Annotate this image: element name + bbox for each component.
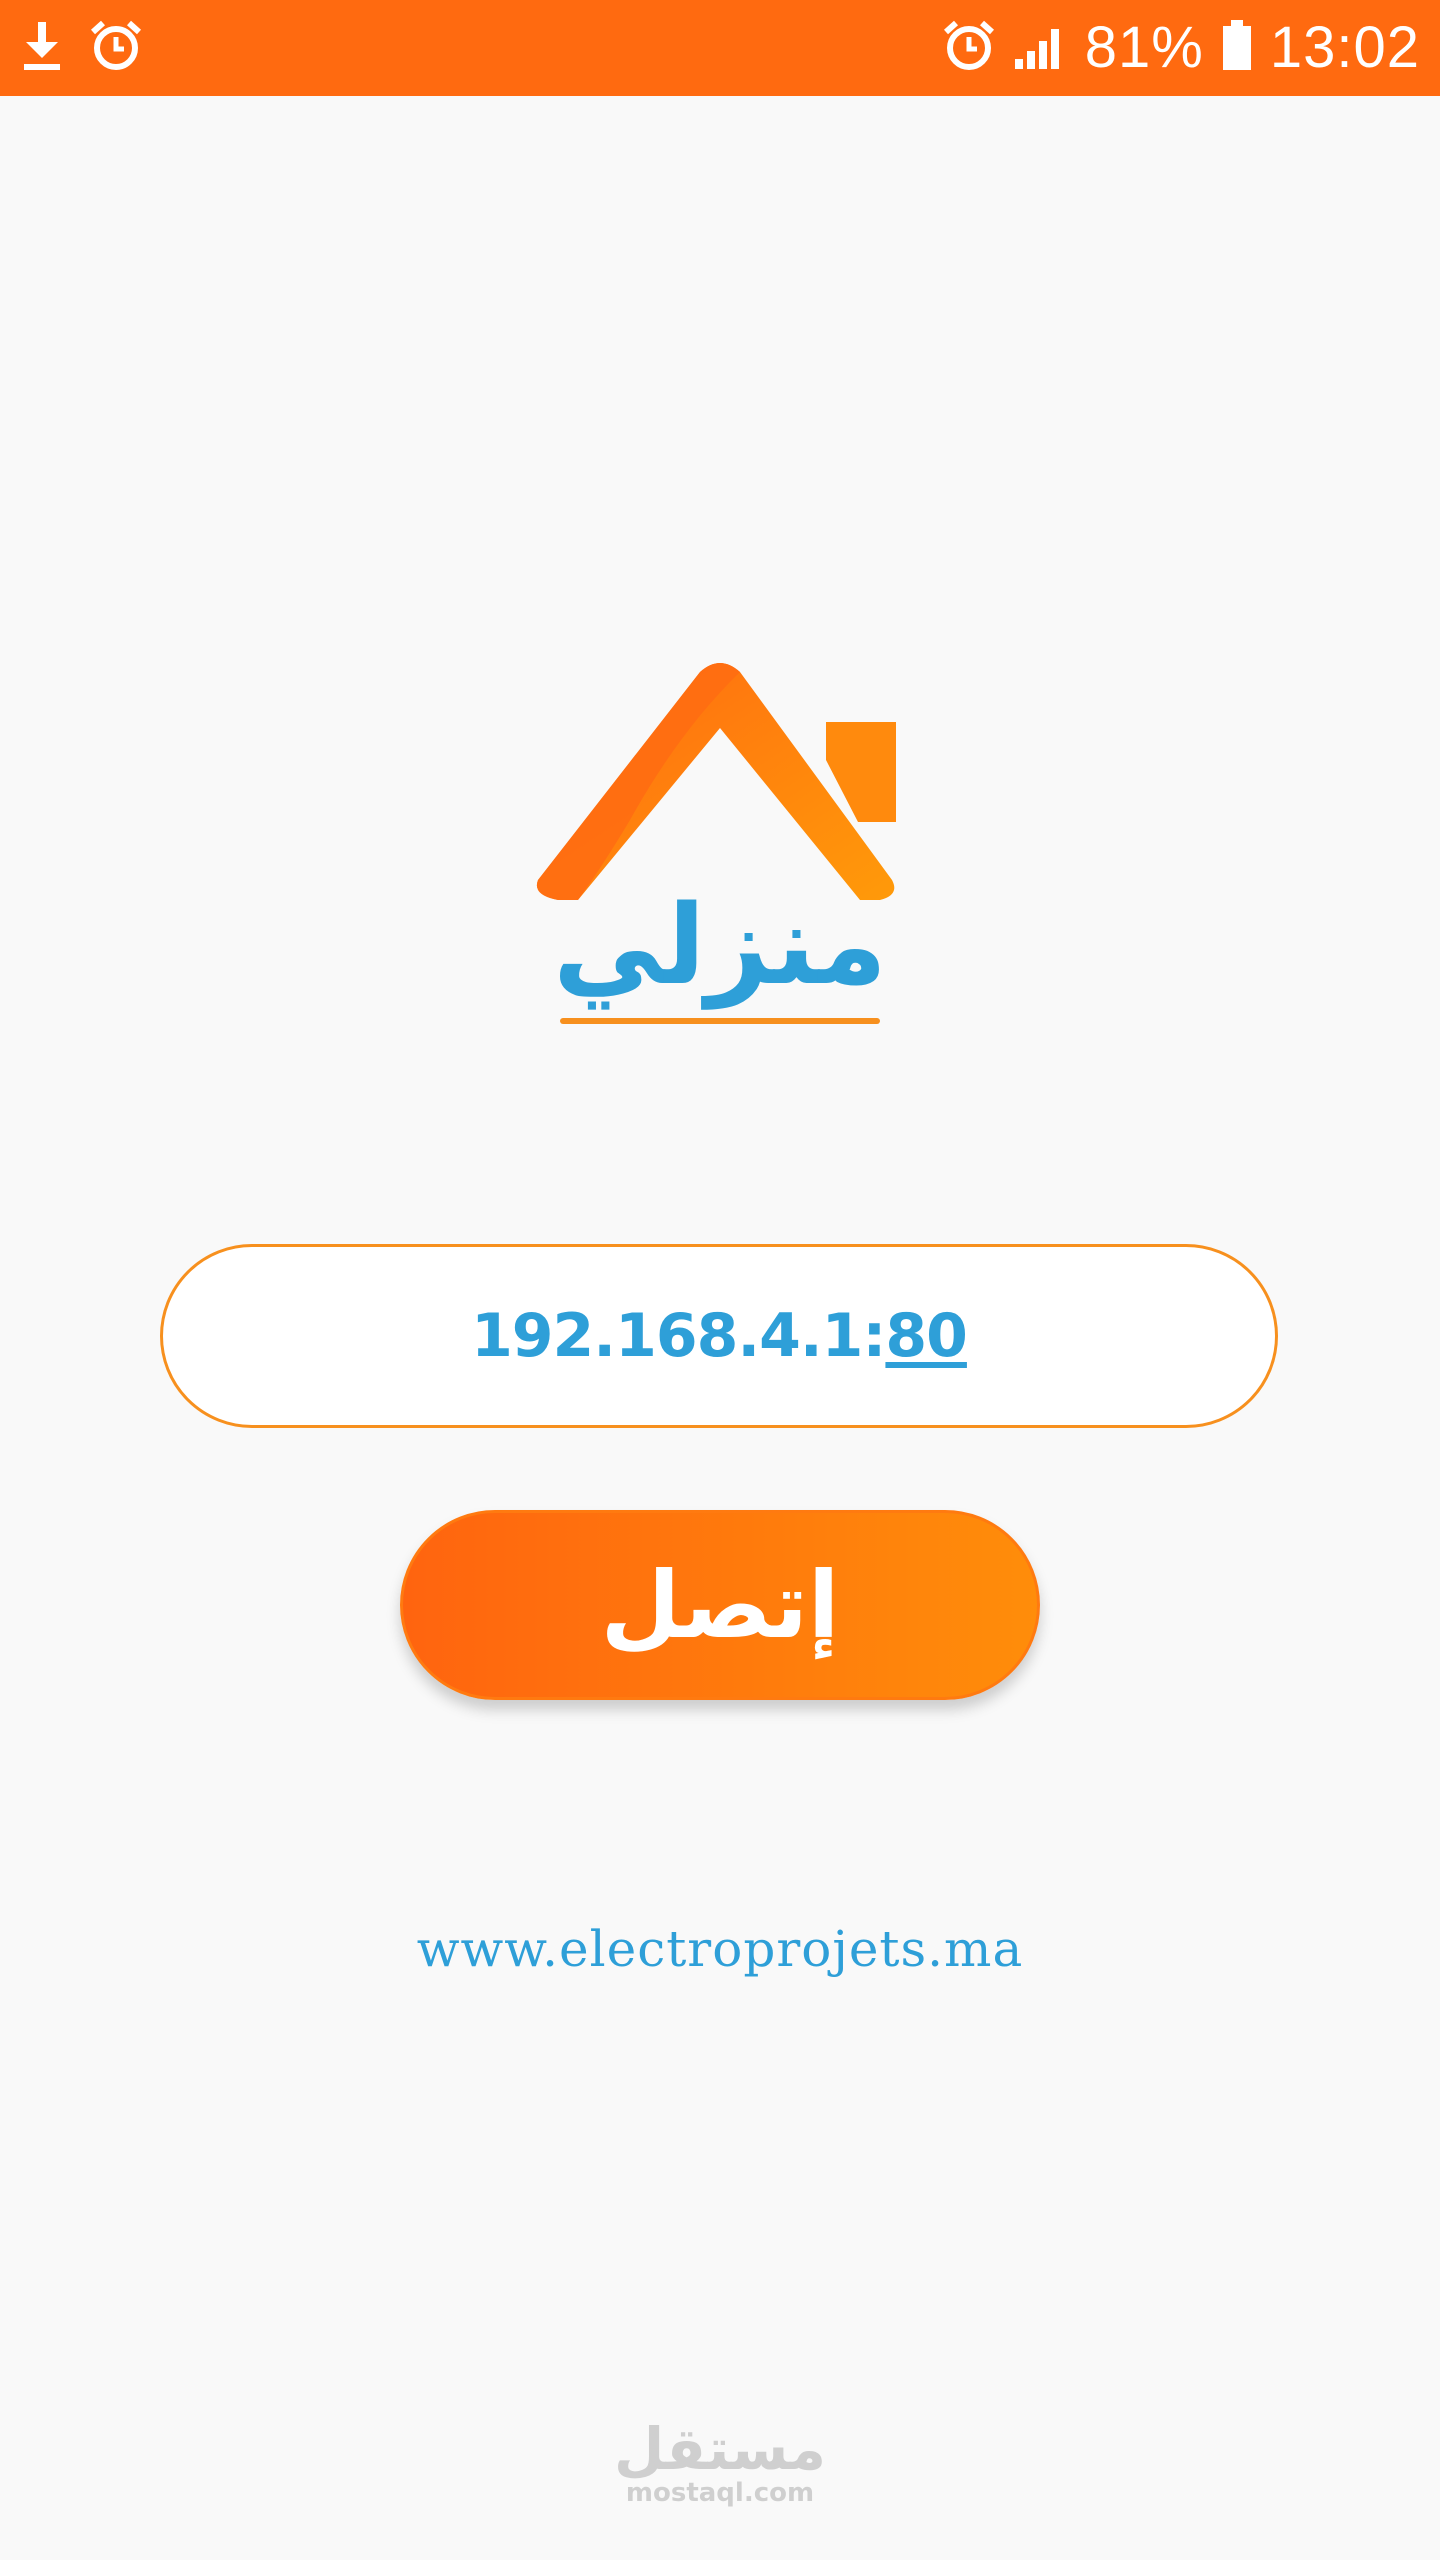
download-icon [20, 20, 64, 76]
logo-text: منزلي [552, 881, 888, 1009]
signal-icon [1013, 21, 1067, 75]
logo-underline [560, 1018, 880, 1024]
battery-percentage: 81% [1084, 15, 1204, 80]
connect-button-label: إتصل [600, 1551, 840, 1659]
website-link[interactable]: www.electroprojets.ma [0, 1920, 1440, 1978]
watermark-latin: mostaql.com [625, 2478, 815, 2508]
house-roof-icon [536, 663, 896, 900]
alarm-icon [943, 20, 995, 76]
status-left [20, 20, 168, 76]
alarm-icon [90, 20, 142, 76]
app-logo: منزلي [530, 650, 910, 1040]
status-bar: 81% 13:02 [0, 0, 1440, 96]
watermark: مستقل mostaql.com [560, 2420, 880, 2509]
connect-button[interactable]: إتصل [400, 1510, 1040, 1700]
ip-address-text: 192.168.4.1: [471, 1301, 886, 1371]
status-right: 81% 13:02 [925, 19, 1420, 77]
ip-address-field[interactable]: 192.168.4.1: 80 [160, 1244, 1278, 1428]
watermark-arabic: مستقل [613, 2415, 827, 2483]
ip-port-text: 80 [885, 1301, 967, 1371]
clock: 13:02 [1269, 15, 1420, 80]
battery-icon [1222, 20, 1252, 76]
